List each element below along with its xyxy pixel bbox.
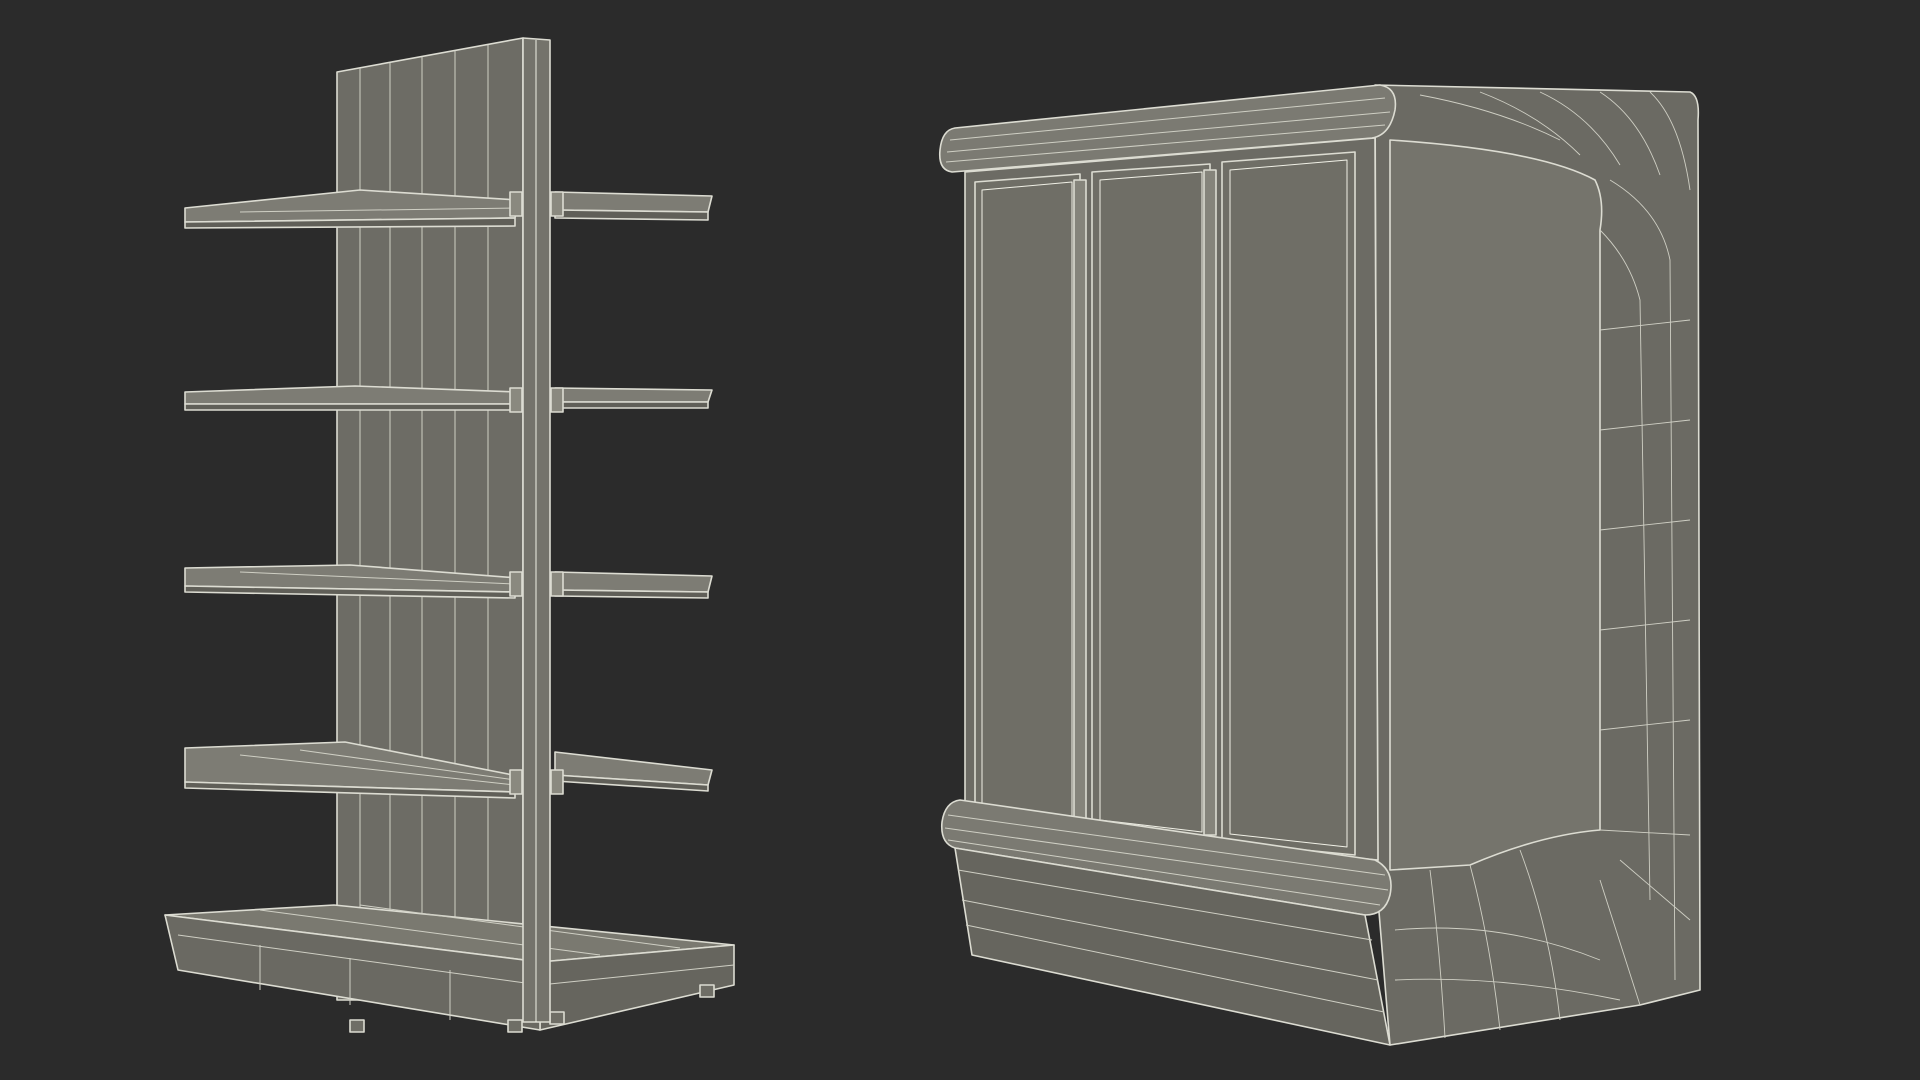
- fridge-doors: [974, 151, 1356, 856]
- render-viewport: [0, 0, 1920, 1080]
- fridge-door-1: [974, 173, 1081, 827]
- foot: [507, 1019, 523, 1033]
- foot: [549, 1011, 565, 1025]
- fridge-door-2: [1091, 163, 1211, 841]
- fridge-door-3: [1221, 151, 1356, 856]
- wireframe-render: [0, 0, 1920, 1080]
- fridge-side-glass: [1389, 139, 1603, 871]
- foot: [349, 1019, 365, 1033]
- foot: [699, 984, 715, 998]
- display-fridge: [938, 84, 1701, 1046]
- shelf-back-panel: [336, 37, 524, 1001]
- shelf-2: [184, 385, 713, 411]
